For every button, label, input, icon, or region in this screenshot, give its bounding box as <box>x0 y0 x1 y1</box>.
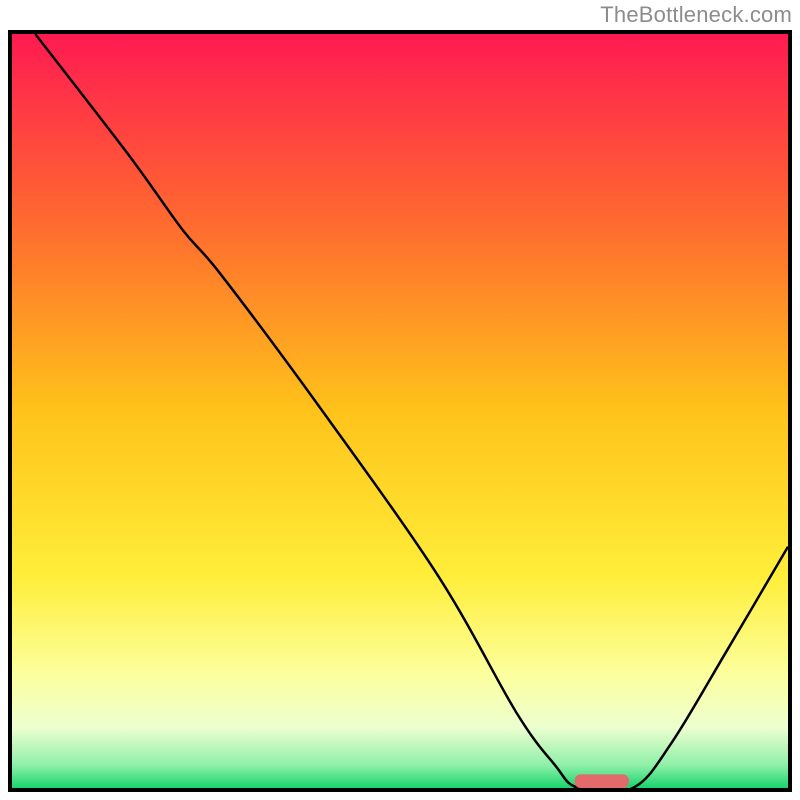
watermark-text: TheBottleneck.com <box>600 2 792 28</box>
chart-background-gradient <box>12 34 788 788</box>
chart-svg <box>12 34 788 788</box>
chart-plot-area <box>8 30 792 792</box>
optimal-range-marker <box>575 774 629 788</box>
